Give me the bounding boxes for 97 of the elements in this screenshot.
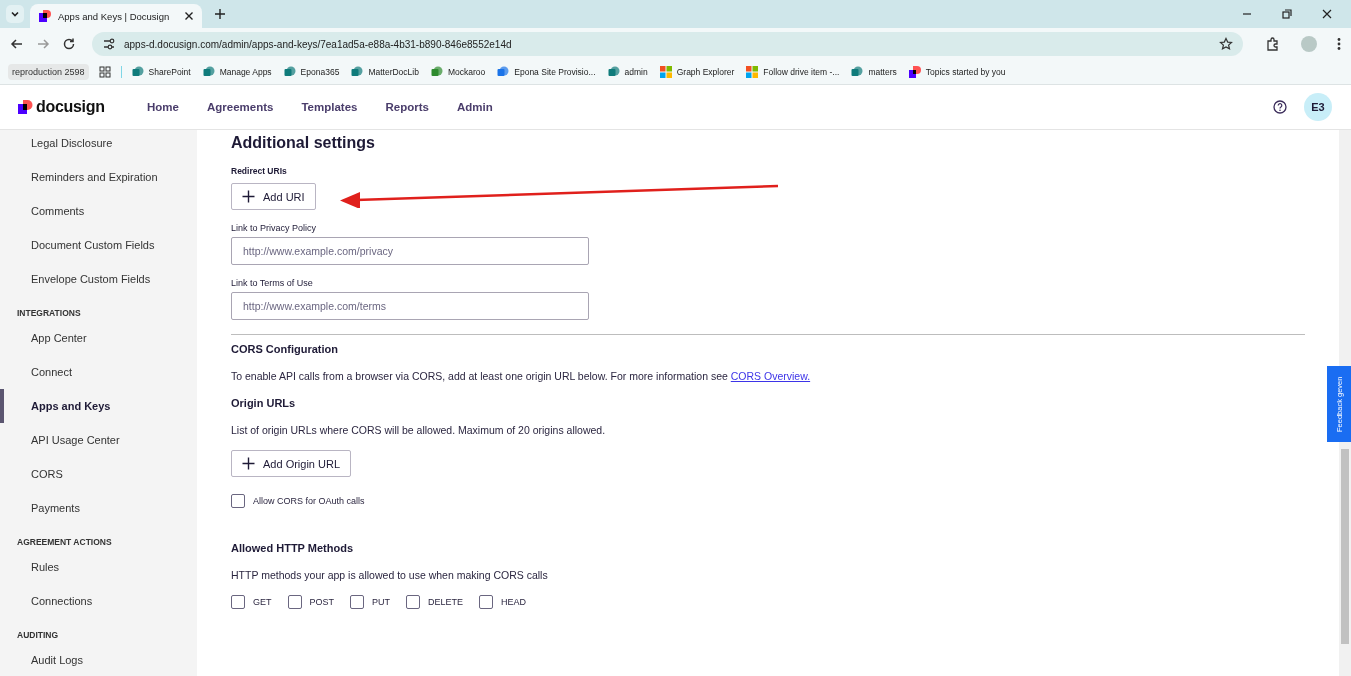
site-icon xyxy=(497,66,510,78)
site-icon xyxy=(430,66,443,78)
address-bar[interactable]: apps-d.docusign.com/admin/apps-and-keys/7ea1ad5a-e88a-4b31-b890-846e8552e14d xyxy=(92,32,1243,56)
scrollbar-thumb[interactable] xyxy=(1341,449,1349,644)
reload-icon[interactable] xyxy=(62,37,76,51)
bookmark[interactable]: Topics started by you xyxy=(908,66,1006,78)
forward-icon[interactable] xyxy=(36,37,50,51)
site-icon xyxy=(283,66,296,78)
bookmark[interactable]: Graph Explorer xyxy=(659,66,735,78)
nav-link[interactable]: Admin xyxy=(447,97,502,117)
description-text: To enable API calls from a browser via CORS, add at least one origin URL below. For more information see CORS Overview. xyxy=(231,370,811,382)
sidebar-heading: INTEGRATIONS xyxy=(16,307,82,320)
nav-link[interactable]: Agreements xyxy=(197,97,283,117)
checkbox-label: GET xyxy=(253,597,272,607)
checkbox-label: POST xyxy=(309,597,335,607)
site-icon xyxy=(851,66,864,78)
field-label: Redirect URIs xyxy=(231,166,287,176)
four-squares-icon xyxy=(659,66,672,78)
four-squares-icon xyxy=(746,66,759,78)
input-field[interactable]: http://www.example.com/terms xyxy=(231,292,589,320)
sidebar-item[interactable]: Rules xyxy=(0,550,197,584)
back-icon[interactable] xyxy=(10,37,24,51)
sidebar-item[interactable]: API Usage Center xyxy=(0,423,197,457)
restore-icon[interactable] xyxy=(1281,8,1293,20)
tab-search-button[interactable] xyxy=(6,5,24,23)
plus-icon xyxy=(242,190,255,203)
site-icon xyxy=(607,66,620,78)
bookmark[interactable]: Follow drive item -... xyxy=(746,66,840,78)
section-heading: CORS Configuration xyxy=(231,343,338,355)
sidebar-item[interactable]: Connect xyxy=(0,355,197,389)
section-heading: Origin URLs xyxy=(231,397,296,409)
app-logo-icon xyxy=(908,66,921,78)
sidebar-item[interactable]: Legal Disclosure xyxy=(0,130,197,160)
checkbox-label: Allow CORS for OAuth calls xyxy=(253,496,365,506)
menu-icon[interactable] xyxy=(1337,37,1341,51)
checkbox[interactable] xyxy=(350,595,365,609)
tab-title: Apps and Keys | Docusign xyxy=(58,10,171,22)
sidebar-item[interactable]: App Center xyxy=(0,321,197,355)
sidebar-item[interactable]: Envelope Custom Fields xyxy=(0,262,197,296)
section-heading: Allowed HTTP Methods xyxy=(231,542,354,554)
bookmark-star-icon[interactable] xyxy=(1219,37,1233,51)
checkbox[interactable] xyxy=(231,595,245,609)
description-text: List of origin URLs where CORS will be allowed. Maximum of 20 origins allowed. xyxy=(231,424,606,436)
plus-icon xyxy=(242,457,255,470)
extensions-icon[interactable] xyxy=(1265,36,1281,52)
close-icon[interactable] xyxy=(184,11,194,21)
nav-link[interactable]: Home xyxy=(138,97,188,117)
section-title: Additional settings xyxy=(231,134,375,152)
bookmark[interactable]: MatterDocLib xyxy=(351,66,419,78)
checkbox-label: HEAD xyxy=(501,597,527,607)
sidebar-item[interactable]: Document Custom Fields xyxy=(0,228,197,262)
bookmark[interactable]: Epona Site Provisio... xyxy=(497,66,596,78)
help-icon[interactable] xyxy=(1273,100,1287,114)
nav-link[interactable]: Reports xyxy=(376,97,438,117)
bookmark[interactable]: Mockaroo xyxy=(430,66,486,78)
bookmark[interactable]: Manage Apps xyxy=(202,66,272,78)
bookmark[interactable]: admin xyxy=(607,66,648,78)
nav-link[interactable]: Templates xyxy=(292,97,367,117)
cors-overview-link[interactable]: CORS Overview. xyxy=(730,370,811,382)
chevron-down-icon xyxy=(10,9,20,19)
new-tab-icon[interactable] xyxy=(214,8,226,20)
site-icon xyxy=(351,66,364,78)
checkbox[interactable] xyxy=(231,494,245,508)
docusign-logo[interactable]: docusign xyxy=(18,98,128,116)
sidebar-item[interactable]: Comments xyxy=(0,194,197,228)
add-uri-button[interactable]: Add URI xyxy=(231,183,316,210)
checkbox[interactable] xyxy=(287,595,302,609)
sidebar-heading: AUDITING xyxy=(16,629,60,642)
add-origin-url-button[interactable]: Add Origin URL xyxy=(231,450,352,477)
site-settings-icon[interactable] xyxy=(102,37,116,51)
sidebar-item[interactable]: Apps and Keys xyxy=(0,389,197,423)
checkbox-label: PUT xyxy=(372,597,391,607)
site-icon xyxy=(131,66,144,78)
site-icon xyxy=(202,66,215,78)
apps-grid-icon[interactable] xyxy=(98,66,111,78)
input-field[interactable]: http://www.example.com/privacy xyxy=(231,237,589,265)
field-label: Link to Privacy Policy xyxy=(231,223,317,233)
checkbox[interactable] xyxy=(406,595,421,609)
sidebar-heading: AGREEMENT ACTIONS xyxy=(16,536,113,549)
profile-chip[interactable]: reproduction 2598 xyxy=(8,64,89,80)
logo-mark-icon xyxy=(18,99,34,115)
sidebar-item[interactable]: Reminders and Expiration xyxy=(0,160,197,194)
browser-tab[interactable]: Apps and Keys | Docusign xyxy=(30,4,202,28)
checkbox-label: DELETE xyxy=(428,597,464,607)
bookmark[interactable]: SharePoint xyxy=(131,66,191,78)
close-icon[interactable] xyxy=(1321,8,1333,20)
sidebar-item[interactable]: Audit Logs xyxy=(0,643,197,676)
app-logo-icon xyxy=(38,9,52,23)
user-avatar[interactable]: E3 xyxy=(1304,93,1332,121)
sidebar-item[interactable]: Connections xyxy=(0,584,197,618)
sidebar-item[interactable]: CORS xyxy=(0,457,197,491)
field-label: Link to Terms of Use xyxy=(231,278,313,288)
bookmark[interactable]: matters xyxy=(851,66,897,78)
sidebar-item[interactable]: Payments xyxy=(0,491,197,525)
description-text: HTTP methods your app is allowed to use when making CORS calls xyxy=(231,569,548,581)
bookmark[interactable]: Epona365 xyxy=(283,66,340,78)
checkbox[interactable] xyxy=(479,595,494,609)
